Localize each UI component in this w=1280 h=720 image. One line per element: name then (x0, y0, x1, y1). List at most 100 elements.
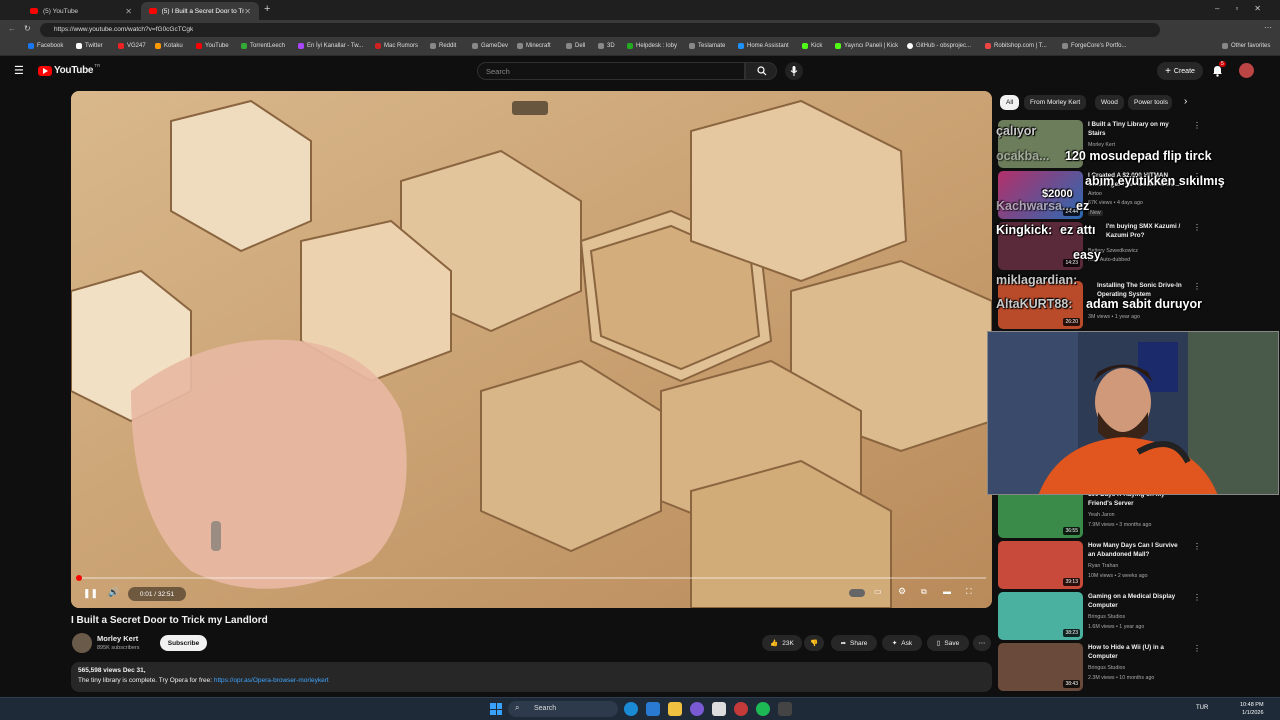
youtube-logo[interactable]: YouTube TR (38, 63, 100, 76)
fullscreen-icon[interactable]: ⛶ (966, 587, 972, 597)
share-button[interactable]: ➦ Share (831, 635, 877, 651)
dislike-button[interactable]: 👎 (804, 635, 824, 651)
hamburger-menu-icon[interactable]: ☰ (14, 64, 24, 77)
miniplayer-icon[interactable]: ⧉ (921, 587, 927, 597)
bookmark-other-favorites[interactable]: Other favorites (1222, 43, 1270, 49)
more-options-icon[interactable]: ⋮ (1193, 223, 1201, 232)
ask-button[interactable]: ✦ Ask (882, 635, 922, 651)
save-button[interactable]: ▯ Save (927, 635, 969, 651)
bookmark-gamedev[interactable]: GameDev (472, 43, 508, 49)
chip-wood[interactable]: Wood (1095, 95, 1124, 110)
rec-title: I Built a Tiny Library on my Stairs (1088, 121, 1169, 137)
bookmark-twitter[interactable]: Twitter (76, 43, 103, 49)
list-item[interactable]: 39:13 How Many Days Can I Survive an Aba… (998, 541, 1278, 589)
refresh-icon[interactable]: ↻ (24, 24, 31, 33)
theater-icon[interactable]: ▬ (943, 587, 951, 596)
bookmark-reddit[interactable]: Reddit (430, 43, 456, 49)
chip-power-tools[interactable]: Power tools (1128, 95, 1172, 110)
windows-taskbar: Search ⌕ TUR 10:48 PM 1/1/2026 (0, 697, 1280, 720)
bookmark-torrentleech[interactable]: TorrentLeech (241, 43, 285, 49)
tab-youtube-home[interactable]: (5) YouTube ✕ (22, 2, 140, 20)
bookmark-facebook[interactable]: Facebook (28, 43, 63, 49)
bookmark-kick[interactable]: Kick (802, 43, 822, 49)
new-tab-icon[interactable]: + (264, 3, 270, 15)
bookmark-macrumors[interactable]: Mac Rumors (375, 43, 418, 49)
bookmark-dell[interactable]: Dell (566, 43, 585, 49)
list-item[interactable]: 38:43 How to Hide a Wii (U) in a Compute… (998, 643, 1278, 691)
taskbar-search[interactable]: Search (508, 701, 618, 717)
tab-video[interactable]: (5) I Built a Secret Door to Tric ✕ (141, 2, 259, 20)
bookmark-forgecore[interactable]: ForgeCore's Portfo... (1062, 43, 1127, 49)
more-actions-button[interactable]: ⋯ (973, 635, 991, 651)
calculator-icon[interactable] (778, 702, 792, 716)
description-box[interactable]: 565,598 views Dec 31, The tiny library i… (71, 662, 992, 692)
bookmark-github[interactable]: GitHub - obsprojec... (907, 43, 971, 49)
close-tab-icon[interactable]: ✕ (244, 7, 251, 16)
back-icon[interactable]: ← (8, 24, 16, 33)
rec-channel: Bringus Studios (1088, 665, 1126, 671)
system-clock[interactable]: 10:48 PM 1/1/2026 (1240, 701, 1264, 717)
channel-avatar[interactable] (72, 633, 92, 653)
subscribe-button[interactable]: Subscribe (160, 635, 207, 651)
more-options-icon[interactable]: ⋮ (1193, 593, 1201, 602)
notifications-button[interactable]: 5 (1212, 61, 1226, 78)
language-indicator[interactable]: TUR (1196, 705, 1208, 711)
url-text: https://www.youtube.com/watch?v=fG0cGcTC… (54, 26, 194, 33)
more-options-icon[interactable]: ⋮ (1193, 644, 1201, 653)
vscode-icon[interactable] (646, 702, 660, 716)
bookmark-vg247[interactable]: VG247 (118, 43, 146, 49)
youtube-header: ☰ YouTube TR Search + Create 5 (0, 56, 1280, 86)
bookmark-helpdesk[interactable]: Helpdesk : loby (627, 43, 677, 49)
list-item[interactable]: 38:23 Gaming on a Medical Display Comput… (998, 592, 1278, 640)
close-tab-icon[interactable]: ✕ (125, 7, 132, 16)
bookmark-youtube[interactable]: YouTube (196, 43, 229, 49)
create-button[interactable]: + Create (1157, 62, 1203, 80)
more-options-icon[interactable]: ⋮ (1193, 282, 1201, 291)
video-frame (71, 91, 992, 608)
url-field[interactable]: https://www.youtube.com/watch?v=fG0cGcTC… (40, 23, 1160, 37)
pause-icon[interactable]: ❚❚ (83, 588, 98, 599)
edge-icon[interactable] (624, 702, 638, 716)
windows-start-icon[interactable] (490, 703, 502, 715)
like-button[interactable]: 👍 23K (762, 635, 802, 651)
app-icon[interactable] (734, 702, 748, 716)
search-input[interactable]: Search (477, 62, 745, 80)
obs-icon[interactable] (690, 702, 704, 716)
bookmark-3d[interactable]: 3D (598, 43, 615, 49)
bookmark-home-assistant[interactable]: Home Assistant (738, 43, 789, 49)
more-options-icon[interactable]: ⋮ (1193, 542, 1201, 551)
chevron-right-icon[interactable]: › (1184, 96, 1187, 107)
bookmark-kotaku[interactable]: Kotaku (155, 43, 183, 49)
voice-search-button[interactable] (785, 62, 803, 80)
settings-gear-icon[interactable]: ⚙ (898, 586, 906, 597)
channel-name[interactable]: Morley Kert (97, 634, 138, 643)
pip-controls[interactable] (512, 101, 548, 115)
chat-username: AltaKURT88: (996, 297, 1073, 311)
epic-icon[interactable] (712, 702, 726, 716)
autoplay-toggle[interactable] (849, 589, 865, 597)
bookmark-robitshop[interactable]: Robitshop.com | T... (985, 43, 1047, 49)
chip-all[interactable]: All (1000, 95, 1020, 110)
subtitles-icon[interactable]: ▭ (874, 587, 882, 596)
subscriber-count: 895K subscribers (97, 645, 140, 651)
description-link[interactable]: https://opr.as/Opera-browser-morleykert (214, 677, 329, 684)
search-button[interactable] (745, 62, 777, 80)
avatar[interactable] (1239, 63, 1254, 78)
video-player[interactable]: ❚❚ 🔊 0:01 / 32:51 ▭ ⚙ ⧉ ▬ ⛶ (71, 91, 992, 608)
folder-icon[interactable] (668, 702, 682, 716)
rec-title: Gaming on a Medical Display Computer (1088, 593, 1176, 609)
bookmark-teslamate[interactable]: Teslamate (689, 43, 725, 49)
video-thumbnail: 36:55 (998, 490, 1083, 538)
bookmark-minecraft[interactable]: Minecraft (517, 43, 551, 49)
progress-bar[interactable] (75, 575, 986, 581)
browser-menu-icon[interactable]: ⋯ (1264, 23, 1272, 32)
list-item[interactable]: 36:55 100 Days X-Raying on my Friend's S… (998, 490, 1278, 538)
volume-icon[interactable]: 🔊 (108, 587, 119, 598)
spotify-icon[interactable] (756, 702, 770, 716)
chip-from-channel[interactable]: From Morley Kert (1024, 95, 1087, 110)
clock-time: 10:48 PM (1240, 702, 1264, 708)
bookmark-kanallar[interactable]: En İyi Kanallar - Tw... (298, 43, 363, 49)
more-options-icon[interactable]: ⋮ (1193, 121, 1201, 130)
bookmark-kick-panel[interactable]: Yayıncı Paneli | Kick (835, 43, 898, 49)
progress-scrubber[interactable] (75, 575, 82, 581)
